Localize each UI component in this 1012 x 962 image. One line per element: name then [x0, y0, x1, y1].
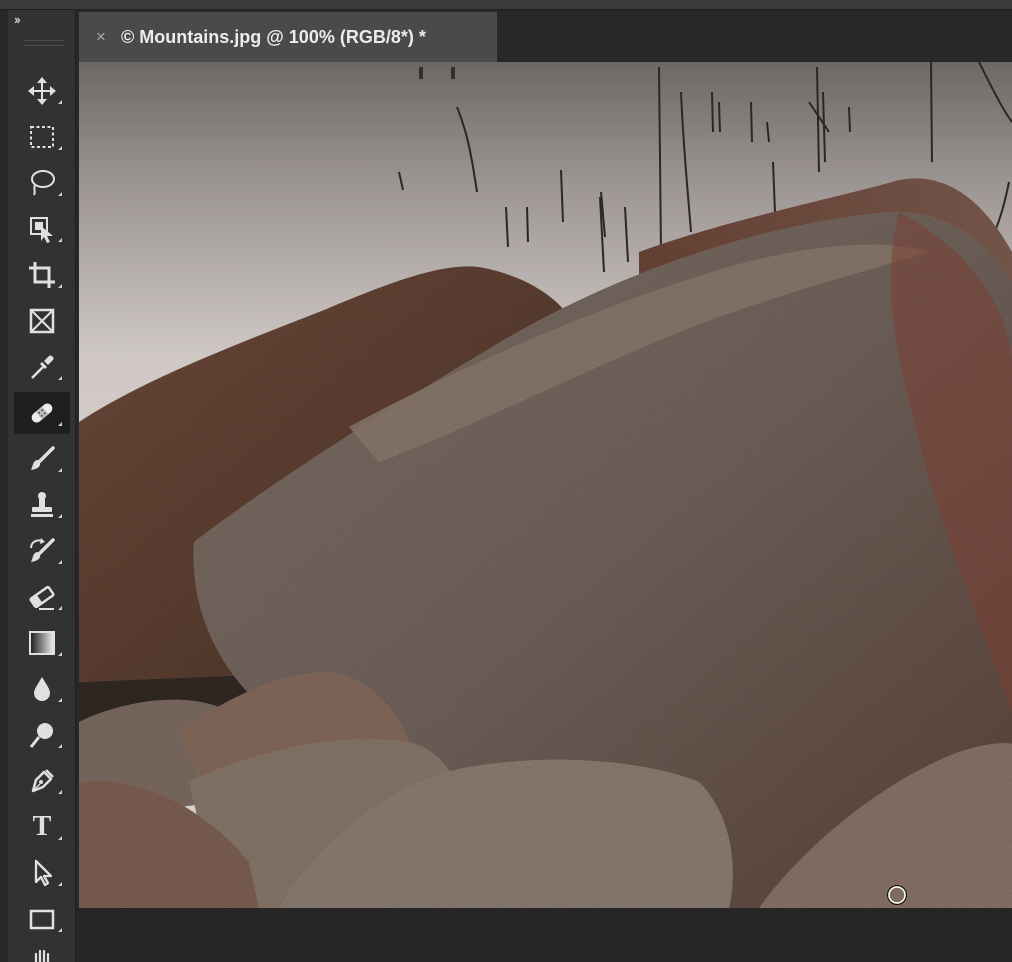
- tool-group-indicator: [58, 744, 62, 748]
- path-selection-arrow-icon: [34, 859, 53, 887]
- lasso-icon: [31, 170, 55, 196]
- blur-drop-icon: [34, 677, 50, 701]
- tool-group-indicator: [58, 698, 62, 702]
- document-tab-title: © Mountains.jpg @ 100% (RGB/8*) *: [121, 26, 426, 47]
- tool-group-indicator: [58, 100, 62, 104]
- spot-healing-tool-button[interactable]: [14, 392, 70, 434]
- dodge-icon: [29, 723, 53, 748]
- hand-icon: [34, 949, 50, 962]
- photoshop-window: ›› T × © Mountains.jpg @ 100% (RGB/8*) *: [0, 0, 1012, 962]
- history-brush-icon: [30, 538, 55, 562]
- frame-tool-button[interactable]: [14, 300, 70, 342]
- pen-icon: [31, 769, 54, 793]
- tool-group-indicator: [58, 146, 62, 150]
- tool-group-indicator: [58, 928, 62, 932]
- document-tab-bar: × © Mountains.jpg @ 100% (RGB/8*) *: [77, 10, 1012, 62]
- tool-group-indicator: [58, 468, 62, 472]
- tool-group-indicator: [58, 606, 62, 610]
- rectangle-tool-button[interactable]: [14, 898, 70, 940]
- tool-group-indicator: [58, 284, 62, 288]
- tool-group-indicator: [58, 790, 62, 794]
- blur-tool-button[interactable]: [14, 668, 70, 710]
- dodge-tool-button[interactable]: [14, 714, 70, 756]
- tool-group-indicator: [58, 560, 62, 564]
- tools-panel: ›› T: [8, 10, 76, 962]
- top-strip: [0, 0, 1012, 10]
- eyedropper-icon: [31, 355, 54, 379]
- frame-icon: [29, 308, 55, 334]
- rectangle-shape-icon: [29, 909, 55, 930]
- pasteboard: [77, 908, 1012, 962]
- gradient-icon: [29, 631, 55, 655]
- move-tool-button[interactable]: [14, 70, 70, 112]
- lasso-tool-button[interactable]: [14, 162, 70, 204]
- type-icon: T: [32, 811, 52, 842]
- crop-tool-button[interactable]: [14, 254, 70, 296]
- eyedropper-tool-button[interactable]: [14, 346, 70, 388]
- clone-stamp-tool-button[interactable]: [14, 484, 70, 526]
- tool-group-indicator: [58, 882, 62, 886]
- rectangular-marquee-icon: [30, 126, 54, 148]
- object-selection-icon: [30, 217, 53, 243]
- image-rocks-and-water: [79, 62, 1012, 908]
- tool-group-indicator: [58, 836, 62, 840]
- panel-grip[interactable]: [24, 40, 64, 46]
- eraser-icon: [29, 585, 55, 610]
- collapse-panel-button[interactable]: ››: [14, 12, 34, 28]
- brush-icon: [31, 446, 55, 470]
- object-selection-tool-button[interactable]: [14, 208, 70, 250]
- marquee-tool-button[interactable]: [14, 116, 70, 158]
- tool-group-indicator: [58, 514, 62, 518]
- tool-group-indicator: [58, 238, 62, 242]
- document-canvas[interactable]: [79, 62, 1012, 908]
- hand-tool-button[interactable]: [14, 940, 70, 962]
- crop-icon: [29, 262, 55, 288]
- path-selection-tool-button[interactable]: [14, 852, 70, 894]
- type-tool-button[interactable]: T: [14, 806, 70, 848]
- gradient-tool-button[interactable]: [14, 622, 70, 664]
- spot-healing-brush-icon: [31, 403, 53, 423]
- brush-tool-button[interactable]: [14, 438, 70, 480]
- close-tab-icon[interactable]: ×: [91, 27, 111, 47]
- move-icon: [28, 77, 56, 105]
- pen-tool-button[interactable]: [14, 760, 70, 802]
- eraser-tool-button[interactable]: [14, 576, 70, 618]
- clone-stamp-icon: [31, 492, 53, 517]
- tool-group-indicator: [58, 192, 62, 196]
- history-brush-tool-button[interactable]: [14, 530, 70, 572]
- tool-group-indicator: [58, 376, 62, 380]
- document-tab[interactable]: × © Mountains.jpg @ 100% (RGB/8*) *: [79, 12, 497, 62]
- tool-group-indicator: [58, 652, 62, 656]
- tool-group-indicator: [58, 422, 62, 426]
